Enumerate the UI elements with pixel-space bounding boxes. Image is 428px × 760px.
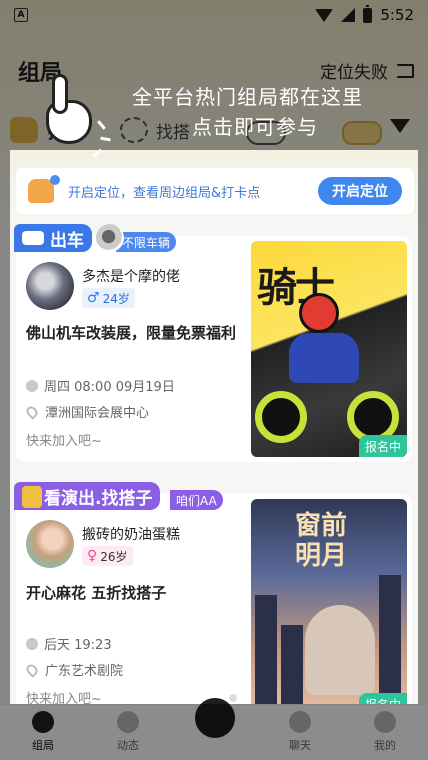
- poster-art-text: 窗前 明月: [294, 511, 347, 571]
- join-text: 快来加入吧~: [26, 434, 102, 449]
- clock-icon: [26, 637, 38, 650]
- event-poster: 窗前明月 报名中: [251, 499, 407, 715]
- age-badge: ♀ 26岁: [82, 546, 133, 566]
- guide-line-2: 点击即可参与: [192, 115, 318, 139]
- female-icon: ♀: [87, 548, 98, 564]
- event-poster: 骑士 报名中: [251, 241, 407, 457]
- event-place-text: 潭洲国际会展中心: [45, 406, 150, 421]
- event-time-text: 后天 19:23: [44, 638, 112, 653]
- motorcycle-illustration: [255, 293, 401, 443]
- sub-tag: 咱们AA: [170, 490, 223, 510]
- event-place-text: 广东艺术剧院: [45, 664, 124, 679]
- ticket-icon: [22, 486, 42, 508]
- username: 多杰是个摩的佬: [82, 269, 180, 285]
- motorcycle-icon: [96, 224, 124, 252]
- guide-text: 全平台热门组局都在这里 点击即可参与: [132, 82, 402, 142]
- guide-line-1: 全平台热门组局都在这里: [132, 85, 363, 109]
- car-icon: [22, 231, 44, 245]
- status-badge: 报名中: [358, 435, 407, 457]
- location-pin-icon: [24, 403, 40, 420]
- enable-location-button[interactable]: 开启定位: [318, 177, 402, 205]
- event-card[interactable]: 看演出.找搭子 咱们AA 搬砖的奶油蛋糕 ♀ 26岁 开心麻花 五折找搭子 后天…: [14, 482, 412, 720]
- age-value: 26岁: [100, 549, 128, 564]
- category-label: 出车: [50, 230, 84, 251]
- age-badge: ♂ 24岁: [82, 288, 135, 308]
- clock-icon: [26, 379, 38, 392]
- category-tag: 出车: [14, 224, 92, 252]
- event-time: 后天 19:23: [26, 634, 112, 653]
- bell-icon: [28, 175, 60, 203]
- age-value: 24岁: [102, 291, 130, 306]
- category-label: 看演出.找搭子: [44, 488, 153, 509]
- sub-tag: 不限车辆: [116, 232, 177, 252]
- avatar[interactable]: [26, 262, 74, 310]
- male-icon: ♂: [87, 290, 100, 306]
- event-time-text: 周四 08:00 09月19日: [44, 380, 175, 395]
- poster-figure: [305, 605, 375, 695]
- avatar[interactable]: [26, 520, 74, 568]
- event-card[interactable]: 出车 不限车辆 多杰是个摩的佬 ♂ 24岁 佛山机车改装展，限量免票福利 周四 …: [14, 224, 412, 462]
- event-place: 广东艺术剧院: [24, 660, 124, 679]
- pointing-hand-icon: [38, 74, 111, 158]
- event-time: 周四 08:00 09月19日: [26, 376, 175, 395]
- banner-text: 开启定位，查看周边组局&打卡点: [68, 185, 261, 201]
- event-place: 潭洲国际会展中心: [24, 402, 150, 421]
- event-title: 佛山机车改装展，限量免票福利: [26, 324, 237, 342]
- event-title: 开心麻花 五折找搭子: [26, 584, 167, 602]
- location-pin-icon: [24, 661, 40, 678]
- username: 搬砖的奶油蛋糕: [82, 527, 180, 543]
- location-banner: 开启定位，查看周边组局&打卡点 开启定位: [16, 168, 414, 214]
